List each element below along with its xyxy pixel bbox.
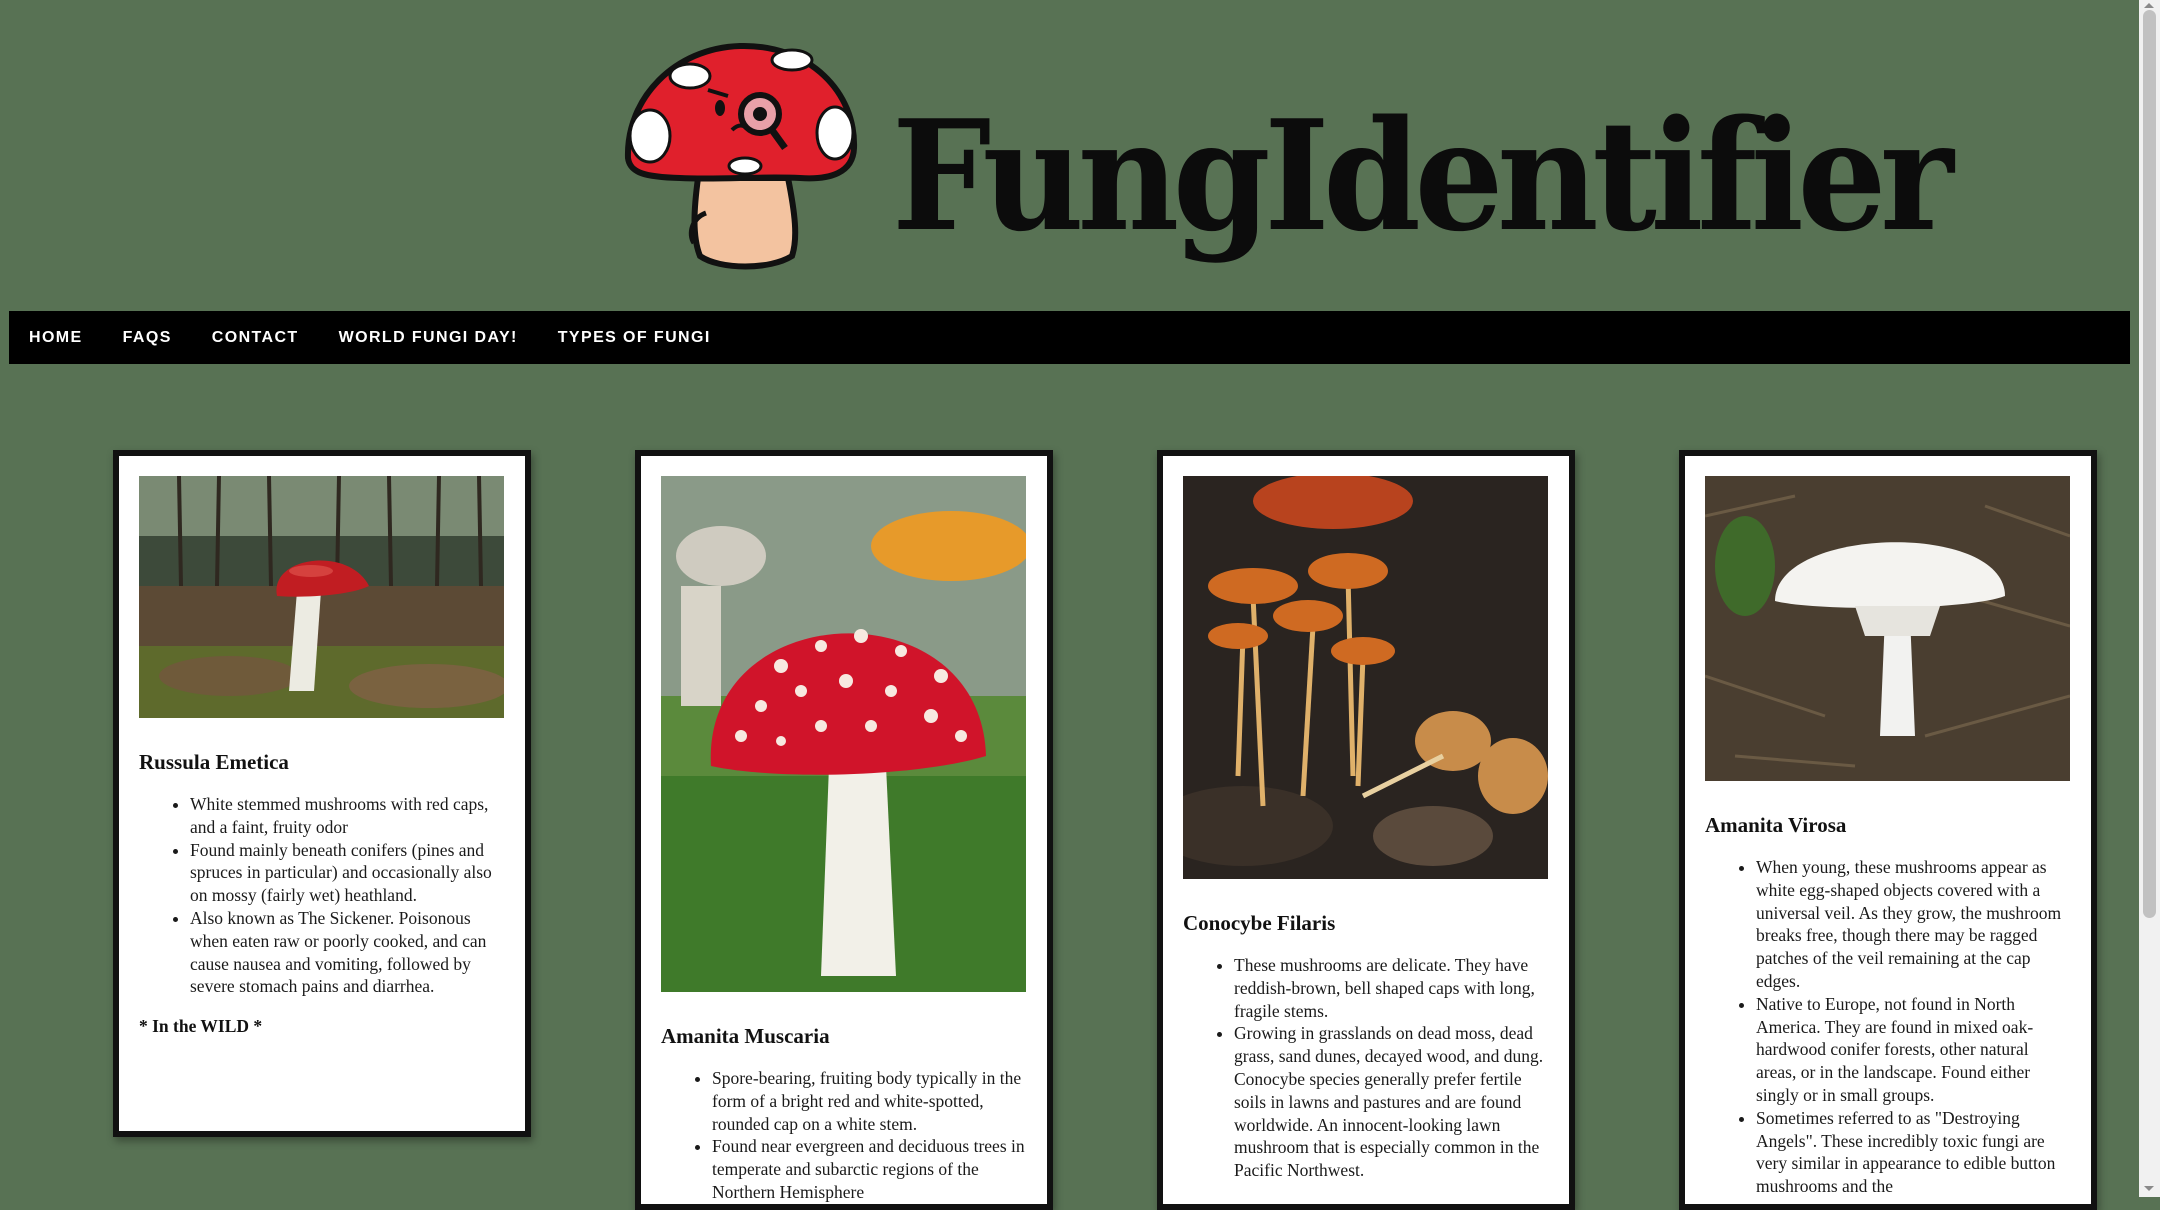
card-title: Amanita Virosa <box>1705 813 1847 837</box>
fungi-card: Amanita Virosa When young, these mushroo… <box>1679 450 2097 1210</box>
nav-item-faqs[interactable]: FAQS <box>123 329 172 347</box>
list-item: Found near evergreen and deciduous trees… <box>712 1135 1027 1203</box>
scroll-up-arrow-icon[interactable] <box>2144 3 2154 8</box>
card-footer-note: * In the WILD * <box>139 1016 263 1037</box>
list-item: Growing in grasslands on dead moss, dead… <box>1234 1022 1549 1182</box>
list-item: Spore-bearing, fruiting body typically i… <box>712 1067 1027 1135</box>
card-bullets: These mushrooms are delicate. They have … <box>1183 954 1549 1182</box>
russula-emetica-image <box>139 476 504 718</box>
list-item: Native to Europe, not found in North Ame… <box>1756 993 2071 1107</box>
list-item: Sometimes referred to as "Destroying Ang… <box>1756 1107 2071 1198</box>
list-item: These mushrooms are delicate. They have … <box>1234 954 1549 1022</box>
page-scrollbar[interactable] <box>2139 0 2160 1197</box>
nav-item-home[interactable]: HOME <box>29 329 83 347</box>
fungi-card: Conocybe Filaris These mushrooms are del… <box>1157 450 1575 1210</box>
conocybe-filaris-image <box>1183 476 1548 879</box>
card-title: Conocybe Filaris <box>1183 911 1336 935</box>
list-item: Also known as The Sickener. Poisonous wh… <box>190 907 505 998</box>
nav-item-contact[interactable]: CONTACT <box>212 329 299 347</box>
mushroom-mascot-icon <box>624 42 858 270</box>
card-bullets: When young, these mushrooms appear as wh… <box>1705 856 2071 1198</box>
list-item: Found mainly beneath conifers (pines and… <box>190 839 505 907</box>
card-bullets: Spore-bearing, fruiting body typically i… <box>661 1067 1027 1204</box>
site-logo[interactable]: FungIdentifier <box>620 38 1954 288</box>
card-bullets: White stemmed mushrooms with red caps, a… <box>139 793 505 998</box>
card-title: Russula Emetica <box>139 750 289 774</box>
nav-item-world-fungi-day[interactable]: WORLD FUNGI DAY! <box>339 329 518 347</box>
list-item: White stemmed mushrooms with red caps, a… <box>190 793 505 839</box>
scroll-down-arrow-icon[interactable] <box>2144 1186 2154 1191</box>
nav-item-types-of-fungi[interactable]: TYPES OF FUNGI <box>558 329 711 347</box>
fungi-card: Amanita Muscaria Spore-bearing, fruiting… <box>635 450 1053 1210</box>
list-item: When young, these mushrooms appear as wh… <box>1756 856 2071 993</box>
card-title: Amanita Muscaria <box>661 1024 830 1048</box>
amanita-muscaria-image <box>661 476 1026 992</box>
fungi-card: Russula Emetica White stemmed mushrooms … <box>113 450 531 1137</box>
amanita-virosa-image <box>1705 476 2070 781</box>
main-nav: HOME FAQS CONTACT WORLD FUNGI DAY! TYPES… <box>9 311 2130 364</box>
scrollbar-thumb[interactable] <box>2143 10 2156 918</box>
site-title: FungIdentifier <box>892 86 1954 265</box>
